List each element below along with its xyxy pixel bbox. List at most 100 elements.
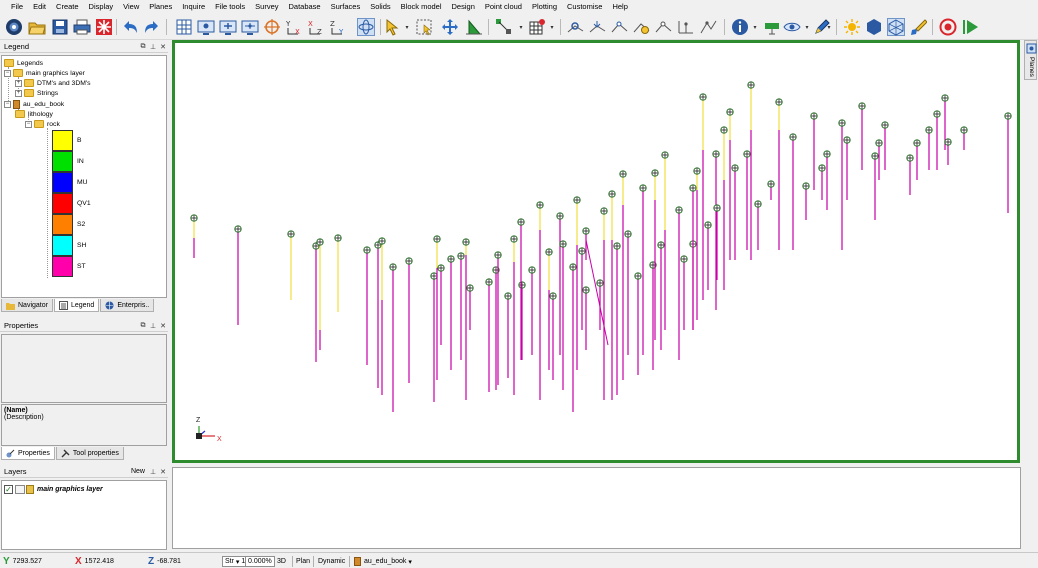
tab-navigator[interactable]: Navigator [1,299,53,312]
tree-item-strings[interactable]: + Strings [15,88,58,98]
drillhole-72[interactable] [843,136,851,200]
drillhole-65[interactable] [767,180,775,200]
redo-icon[interactable] [142,17,162,37]
target-icon[interactable] [262,17,282,37]
drillhole-18[interactable] [466,284,474,330]
point-add-icon[interactable] [632,17,652,37]
tree-item-rock[interactable]: − rock [25,119,60,129]
drillhole-54[interactable] [699,93,707,300]
drillhole-84[interactable] [1004,112,1012,213]
menu-design[interactable]: Design [447,0,480,14]
drillhole-11[interactable] [405,257,413,383]
tree-item-lithology[interactable]: lithology [15,109,53,119]
drillhole-76[interactable] [881,121,889,170]
layer-visible-checkbox[interactable]: ✓ [4,485,13,494]
drillhole-36[interactable] [582,227,590,260]
lock-icon[interactable] [26,485,34,494]
drillhole-15[interactable] [447,255,455,370]
present-icon[interactable] [762,17,782,37]
drillhole-33[interactable] [573,196,581,370]
menu-planes[interactable]: Planes [144,0,177,14]
menu-create[interactable]: Create [51,0,84,14]
drillhole-31[interactable] [559,240,567,390]
undo-icon[interactable] [120,17,140,37]
plan-view-toggle[interactable]: Plan [296,556,310,567]
drillhole-26[interactable] [528,266,536,355]
menu-plotting[interactable]: Plotting [527,0,562,14]
menu-display[interactable]: Display [84,0,119,14]
view-xz-icon[interactable]: XZ [306,17,326,37]
zoom-window-icon[interactable] [218,17,238,37]
drillhole-48[interactable] [661,151,669,330]
point-gear-icon[interactable] [566,17,586,37]
menu-file-tools[interactable]: File tools [210,0,250,14]
drillhole-52[interactable] [689,184,697,330]
play-macro-icon[interactable] [960,17,980,37]
drillhole-25[interactable] [517,218,525,360]
menu-customise[interactable]: Customise [562,0,607,14]
drillhole-42[interactable] [624,230,632,355]
tree-item-au-edu-book[interactable]: − au_edu_book [4,99,64,109]
legend-swatch-mu[interactable]: MU [52,172,112,193]
layer-row[interactable]: ✓ main graphics layer [4,484,103,495]
block-dropdown-icon[interactable]: ▾ [549,23,555,31]
pan-view-icon[interactable] [240,17,260,37]
tab-planes[interactable]: Planes [1024,40,1037,80]
drillhole-83[interactable] [960,126,968,150]
expand-icon[interactable]: + [15,89,22,97]
drillhole-35[interactable] [582,286,590,350]
block-grid-icon[interactable] [527,17,547,37]
dynamic-toggle[interactable]: Dynamic [318,556,345,567]
drillhole-43[interactable] [634,272,642,375]
expand-icon[interactable]: + [15,79,22,87]
point-insert-icon[interactable] [610,17,630,37]
tab-properties[interactable]: Properties [1,447,55,460]
drillhole-63[interactable] [754,200,762,250]
hexagon-icon[interactable] [864,17,884,37]
collapse-icon[interactable]: − [4,69,11,77]
tree-item-legends[interactable]: Legends [4,58,43,68]
legend-swatch-sh[interactable]: SH [52,235,112,256]
mode-3d-toggle[interactable]: 3D [277,556,286,567]
tab-tool-properties[interactable]: Tool properties [55,447,124,460]
app-logo-icon[interactable] [4,17,24,37]
drillhole-70[interactable] [823,150,831,210]
select-dropdown-icon[interactable]: ▾ [404,23,410,31]
drillhole-6[interactable] [334,234,342,312]
drillhole-19[interactable] [485,278,493,392]
triangle-tool-icon[interactable] [464,17,484,37]
drillhole-17[interactable] [462,238,470,400]
print-icon[interactable] [72,17,92,37]
drillhole-16[interactable] [457,252,465,360]
graphics-viewport[interactable]: Z X [172,40,1020,463]
pin-panel-icon[interactable]: ⊥ [148,468,158,476]
drillhole-58[interactable] [720,126,728,290]
drillhole-56[interactable] [712,150,720,310]
menu-point-cloud[interactable]: Point cloud [480,0,527,14]
legend-swatch-in[interactable]: IN [52,151,112,172]
drillhole-3[interactable] [287,230,295,300]
menu-edit[interactable]: Edit [28,0,51,14]
lighting-sun-icon[interactable] [842,17,862,37]
drillhole-40[interactable] [613,242,621,395]
output-pane[interactable] [172,467,1021,549]
drillhole-78[interactable] [913,139,921,180]
pin-panel-icon[interactable]: ⊥ [148,322,158,330]
pin-panel-icon[interactable]: ⊥ [148,43,158,51]
drillhole-plot[interactable]: Z X [175,43,1017,460]
drillhole-69[interactable] [818,164,826,200]
zoom-percent-field[interactable]: 0.000% [245,556,275,567]
drillhole-57[interactable] [713,204,721,280]
grid-view-icon[interactable] [174,17,194,37]
explode-icon[interactable] [94,17,114,37]
drillhole-59[interactable] [726,108,734,260]
new-layer-button[interactable]: New [131,468,145,475]
legend-swatch-st[interactable]: ST [52,256,112,277]
menu-inquire[interactable]: Inquire [177,0,210,14]
drillhole-8[interactable] [374,241,382,388]
tree-item-main-graphics-layer[interactable]: − main graphics layer [4,68,85,78]
drillhole-80[interactable] [933,110,941,170]
eye-dropdown-icon[interactable]: ▾ [804,23,810,31]
drillhole-24[interactable] [518,281,526,360]
drillhole-74[interactable] [871,152,879,220]
